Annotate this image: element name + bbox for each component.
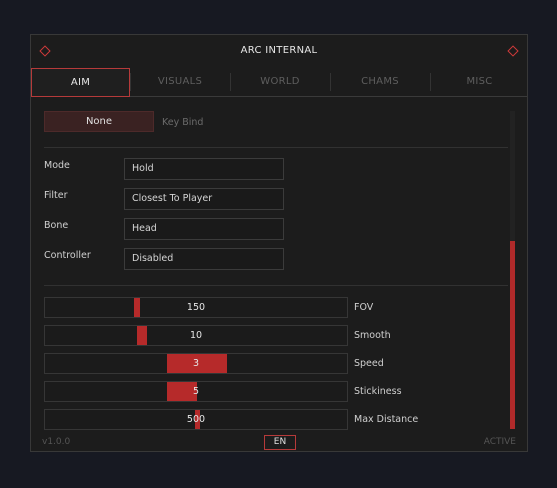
scrollbar[interactable] [510,111,515,429]
aim-panel: None Key Bind Mode Hold Filter Closest T… [31,97,527,432]
controller-label: Controller [44,250,91,261]
stickiness-value: 5 [192,386,200,397]
max-distance-label: Max Distance [354,414,419,425]
bone-select[interactable]: Head [124,218,284,240]
tab-bar: AIM VISUALS WORLD CHAMS MISC [31,68,527,97]
fov-value: 150 [186,302,206,313]
keybind-button[interactable]: None [44,111,154,132]
fov-slider[interactable]: 150 [44,297,348,318]
divider [44,285,508,286]
tab-aim[interactable]: AIM [31,68,130,97]
filter-label: Filter [44,190,68,201]
tab-world[interactable]: WORLD [230,68,330,96]
divider [44,147,508,148]
smooth-value: 10 [189,330,203,341]
window-title: ARC INTERNAL [240,45,318,56]
language-button[interactable]: EN [264,435,296,450]
max-distance-slider[interactable]: 500 [44,409,348,430]
stickiness-slider[interactable]: 5 [44,381,348,402]
cheat-menu-window: ARC INTERNAL AIM VISUALS WORLD CHAMS MIS… [30,34,528,452]
controller-select[interactable]: Disabled [124,248,284,270]
smooth-slider[interactable]: 10 [44,325,348,346]
tab-misc[interactable]: MISC [430,68,529,96]
stickiness-label: Stickiness [354,386,402,397]
speed-label: Speed [354,358,384,369]
keybind-label: Key Bind [162,117,204,128]
mode-label: Mode [44,160,70,171]
status-label: ACTIVE [483,437,516,447]
fov-label: FOV [354,302,374,313]
tab-chams[interactable]: CHAMS [330,68,430,96]
scrollbar-thumb[interactable] [510,241,515,429]
filter-select[interactable]: Closest To Player [124,188,284,210]
tab-visuals[interactable]: VISUALS [130,68,230,96]
footer: v1.0.0 EN ACTIVE [31,432,527,452]
max-distance-value: 500 [186,414,206,425]
title-bar[interactable]: ARC INTERNAL [31,35,527,68]
speed-slider[interactable]: 3 [44,353,348,374]
speed-value: 3 [192,358,200,369]
mode-select[interactable]: Hold [124,158,284,180]
smooth-label: Smooth [354,330,391,341]
version-label: v1.0.0 [42,437,71,447]
bone-label: Bone [44,220,69,231]
